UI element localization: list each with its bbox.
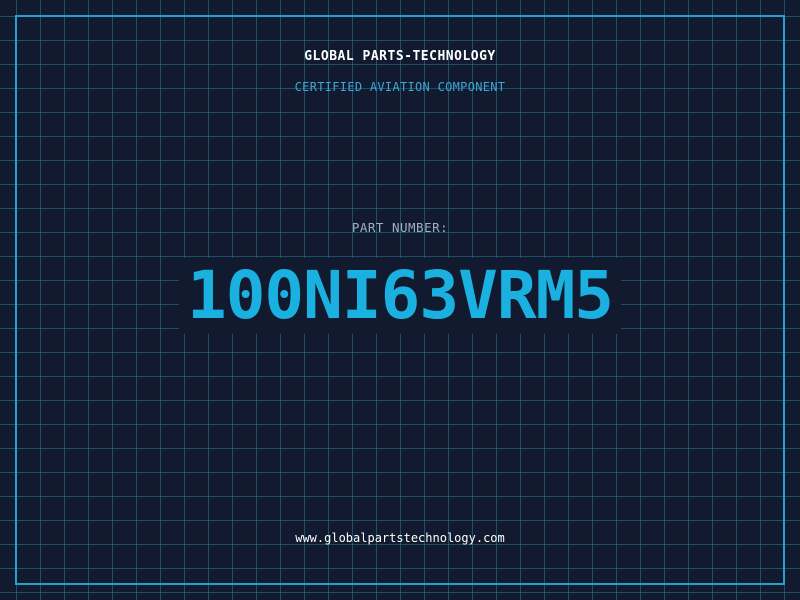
part-number-label: PART NUMBER:: [351, 220, 449, 235]
part-number-value: 100NI63VRM5: [178, 258, 622, 334]
part-number-container: 100NI63VRM5: [0, 258, 800, 334]
part-label-card: GLOBAL PARTS-TECHNOLOGY CERTIFIED AVIATI…: [0, 0, 800, 600]
company-name: GLOBAL PARTS-TECHNOLOGY: [304, 49, 496, 64]
website-url: www.globalpartstechnology.com: [295, 531, 505, 545]
certification-subtitle: CERTIFIED AVIATION COMPONENT: [294, 80, 506, 94]
